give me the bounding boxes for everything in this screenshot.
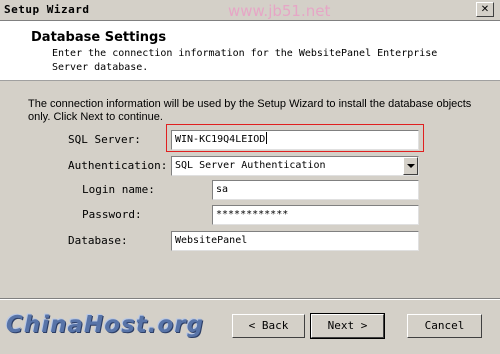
chevron-down-icon[interactable] [403,157,418,175]
page-title: Database Settings [31,30,167,45]
password-label: Password: [82,208,142,221]
login-name-input[interactable]: sa [212,180,419,200]
database-input[interactable]: WebsitePanel [171,231,419,251]
footer-divider [0,298,500,300]
window-title: Setup Wizard [4,3,90,16]
wizard-header: Database Settings Enter the connection i… [0,21,500,81]
watermark: www.jb51.net [228,2,331,20]
back-button[interactable]: < Back [232,314,305,338]
intro-text: The connection information will be used … [28,98,472,123]
database-label: Database: [68,234,128,247]
password-input[interactable]: ************ [212,205,419,225]
close-icon[interactable]: ✕ [476,2,494,17]
authentication-select[interactable]: SQL Server Authentication [171,156,419,176]
title-bar: Setup Wizard www.jb51.net ✕ [0,0,500,21]
authentication-value: SQL Server Authentication [175,160,326,171]
cancel-button[interactable]: Cancel [407,314,482,338]
sql-server-label: SQL Server: [68,133,141,146]
chinahost-logo: ChinaHost.org [6,312,205,338]
next-button[interactable]: Next > [310,313,385,339]
login-name-label: Login name: [82,183,155,196]
authentication-label: Authentication: [68,159,168,172]
highlight-box [166,124,424,152]
page-description: Enter the connection information for the… [52,48,438,73]
